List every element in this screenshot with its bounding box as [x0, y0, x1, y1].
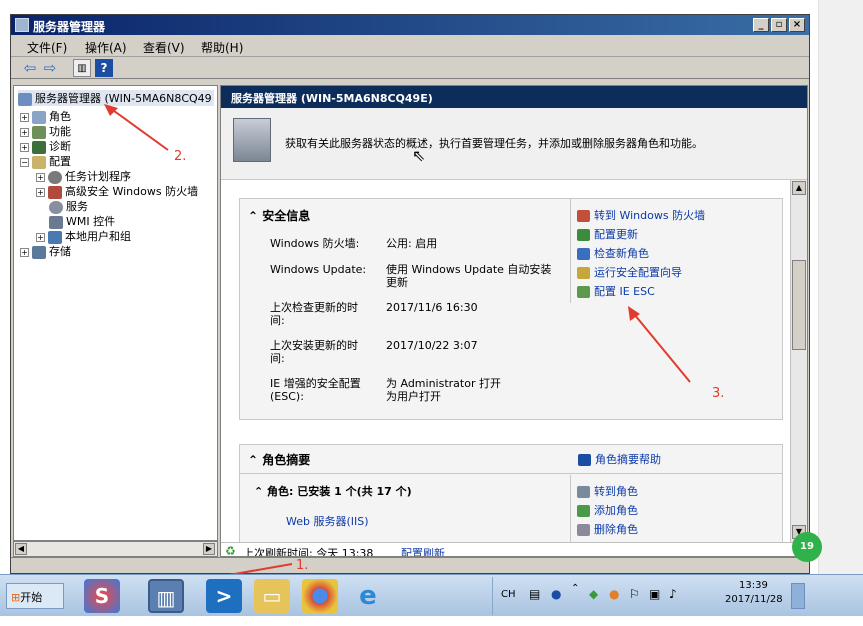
annotation-arrows [104, 104, 691, 586]
chrome-icon[interactable] [302, 579, 338, 613]
arrow-line [109, 107, 169, 151]
show-desktop-button[interactable] [791, 583, 805, 609]
explorer-icon[interactable]: ▭ [254, 579, 290, 613]
system-tray: CH ▤ ● ⌃ ◆ ● ⚐ ▣ ♪ 13:39 2017/11/28 [492, 577, 812, 615]
arrow-line [633, 313, 691, 383]
clock-time[interactable]: 13:39 [739, 580, 768, 591]
arrow-head [104, 104, 118, 116]
app-360-icon[interactable]: S [84, 579, 120, 613]
flag-icon[interactable]: ⚐ [629, 587, 640, 601]
taskbar: ⊞开始 S ▥ > ▭ e CH ▤ ● ⌃ ◆ ● ⚐ ▣ ♪ 13:39 2… [0, 574, 863, 616]
windows-logo-icon: ⊞ [11, 591, 21, 604]
floating-badge[interactable]: 19 [792, 532, 822, 562]
language-indicator[interactable]: CH [501, 589, 516, 600]
security-tray-icon[interactable]: ◆ [589, 587, 598, 601]
help-tray-icon[interactable]: ● [551, 587, 561, 601]
network-icon[interactable]: ▣ [649, 587, 660, 601]
keyboard-icon[interactable]: ▤ [529, 587, 540, 601]
tray-expand-icon[interactable]: ⌃ [571, 583, 579, 594]
server-manager-taskbar-icon[interactable]: ▥ [148, 579, 184, 613]
volume-icon[interactable]: ♪ [669, 587, 677, 601]
clock-date[interactable]: 2017/11/28 [725, 594, 783, 605]
powershell-icon[interactable]: > [206, 579, 242, 613]
ie-icon[interactable]: e [350, 579, 386, 613]
update-tray-icon[interactable]: ● [609, 587, 619, 601]
right-edge-panel [818, 0, 863, 574]
start-button[interactable]: ⊞开始 [6, 583, 64, 609]
